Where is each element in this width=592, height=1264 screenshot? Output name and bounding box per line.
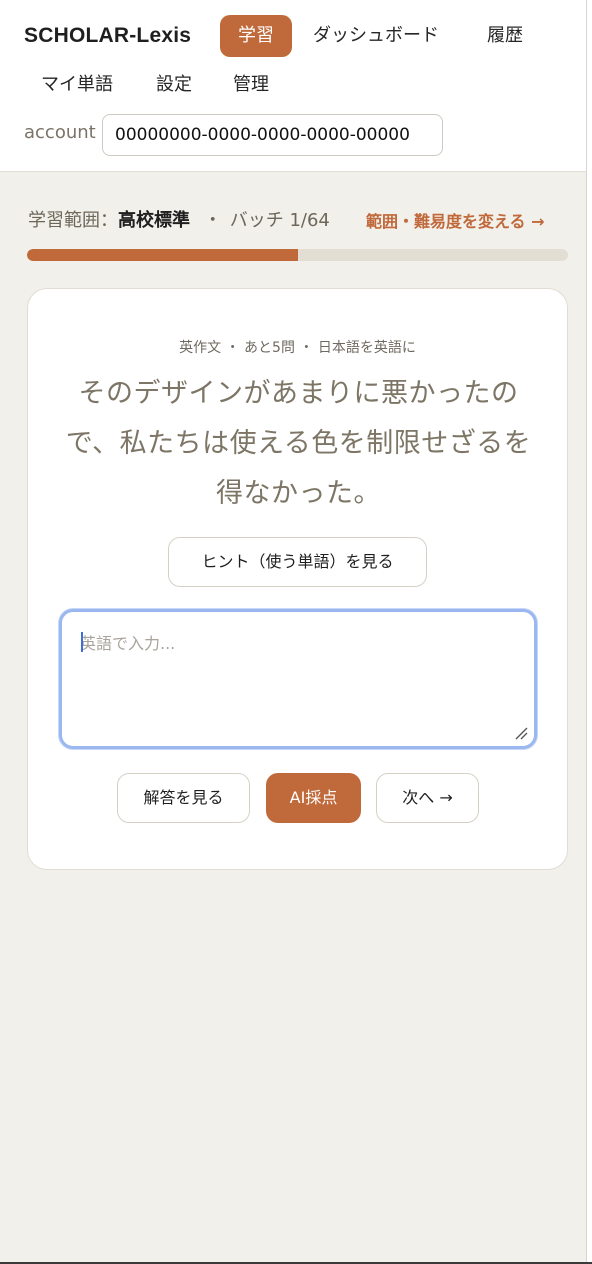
nav-tab-history[interactable]: 履歴 [487, 15, 523, 57]
answer-field[interactable] [59, 609, 537, 749]
window-edge [586, 0, 592, 1264]
batch-counter: バッチ 1/64 [229, 210, 330, 231]
hint-button[interactable]: ヒント（使う単語）を見る [168, 537, 427, 587]
next-button[interactable]: 次へ → [376, 773, 479, 823]
change-scope-link[interactable]: 範囲・難易度を変える → [366, 208, 545, 232]
progress-fill [27, 249, 298, 261]
exercise-meta: 英作文 ・ あと5問 ・ 日本語を英語に [179, 340, 416, 356]
text-caret [81, 632, 83, 652]
scope-separator: ・ [203, 210, 222, 231]
account-id-input[interactable] [102, 114, 443, 156]
answer-textarea[interactable] [62, 612, 534, 746]
nav-tab-settings[interactable]: 設定 [156, 64, 192, 106]
resize-grip-icon[interactable] [514, 726, 528, 740]
ai-grade-button[interactable]: AI採点 [266, 773, 361, 823]
scope-level: 高校標準 [118, 210, 190, 231]
scope-prefix: 学習範囲： [28, 210, 118, 231]
nav-tab-admin[interactable]: 管理 [233, 64, 269, 106]
exercise-card: 英作文 ・ あと5問 ・ 日本語を英語に そのデザインがあまりに悪かったので、私… [27, 288, 568, 870]
show-answer-button[interactable]: 解答を見る [117, 773, 250, 823]
nav-tab-dashboard[interactable]: ダッシュボード [313, 15, 439, 57]
progress-bar [27, 249, 568, 261]
top-header: SCHOLAR-Lexis 学習 ダッシュボード 履歴 マイ単語 設定 管理 a… [0, 0, 586, 172]
app-brand[interactable]: SCHOLAR-Lexis [24, 24, 191, 48]
japanese-prompt: そのデザインがあまりに悪かったので、私たちは使える色を制限せざるを得なかった。 [65, 378, 532, 509]
account-label: account [24, 122, 96, 143]
study-scope: 学習範囲：高校標準 ・バッチ 1/64 [28, 206, 330, 232]
nav-tab-study[interactable]: 学習 [220, 15, 292, 57]
action-buttons: 解答を見る AI採点 次へ → [28, 773, 567, 825]
nav-tab-my-words[interactable]: マイ単語 [41, 64, 113, 106]
